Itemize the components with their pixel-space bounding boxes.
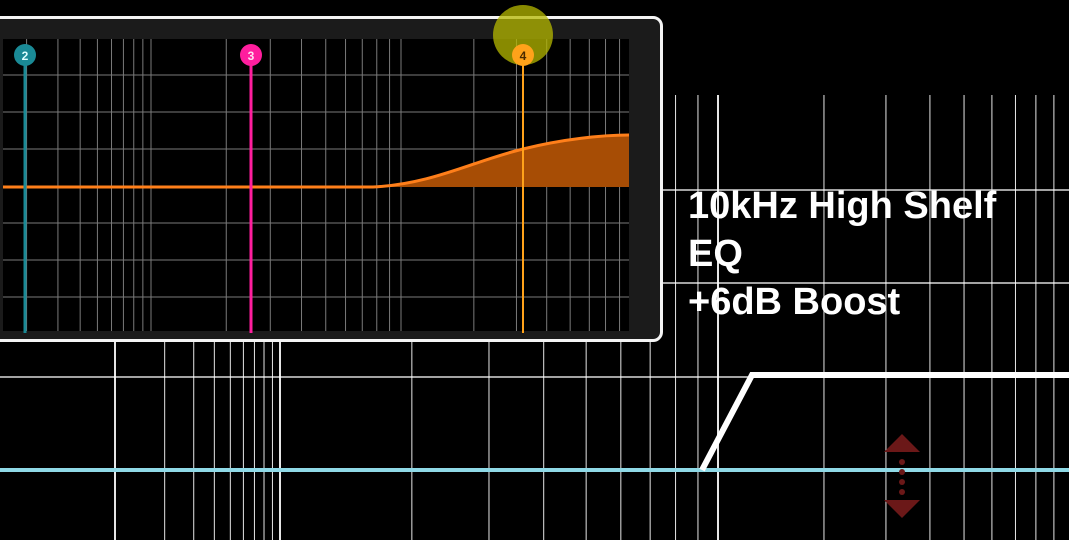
band-4-label: 4 xyxy=(520,49,527,63)
eq-caption: 10kHz High Shelf EQ +6dB Boost xyxy=(688,182,1058,326)
caption-line-2: EQ xyxy=(688,233,743,275)
eq-curve-fill xyxy=(3,135,629,187)
band-3-label: 3 xyxy=(248,49,255,63)
caption-line-3: +6dB Boost xyxy=(688,281,901,323)
vertical-drag-arrows-icon[interactable] xyxy=(880,432,924,520)
band-3-handle[interactable]: 3 xyxy=(240,44,262,66)
band-2-label: 2 xyxy=(22,49,29,63)
eq-plugin-panel: 2 3 4 xyxy=(0,5,663,342)
eq-graph[interactable]: 2 3 4 xyxy=(3,5,630,333)
caption-line-1: 10kHz High Shelf xyxy=(688,185,997,227)
band-4-handle[interactable]: 4 xyxy=(512,44,534,66)
band-2-handle[interactable]: 2 xyxy=(14,44,36,66)
eq-graph-canvas: 2 3 4 xyxy=(3,5,630,333)
